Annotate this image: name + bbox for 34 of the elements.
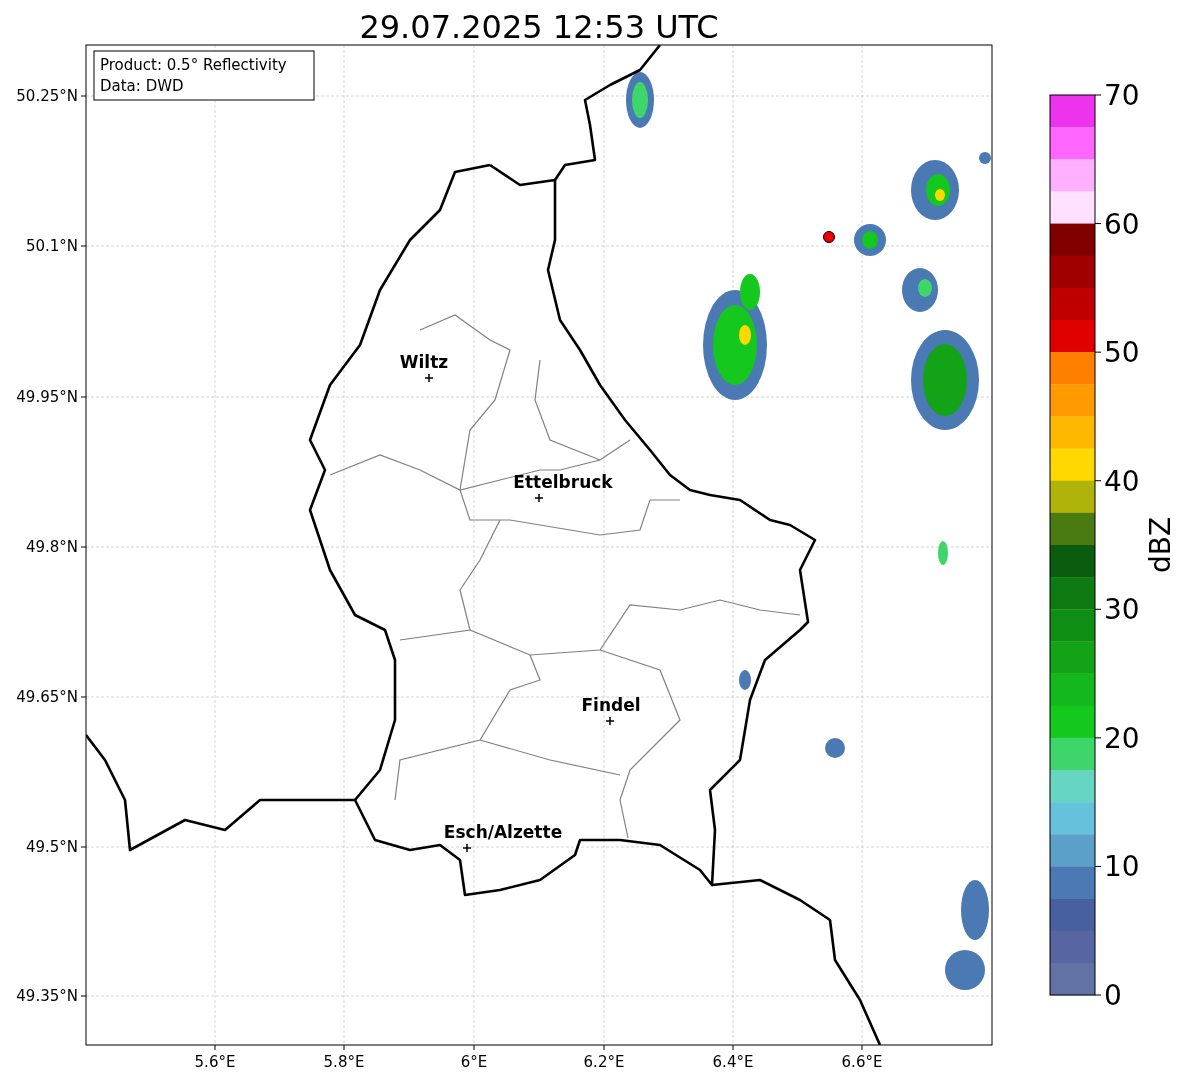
- axis-tick-label: 49.65°N: [16, 688, 78, 706]
- axis-tick-label: 6.4°E: [712, 1053, 754, 1071]
- axis-tick-label: 49.35°N: [16, 987, 78, 1005]
- colorbar-label: dBZ: [1144, 516, 1177, 574]
- city-label: Ettelbruck: [513, 472, 613, 492]
- axis-tick-label: 6°E: [460, 1053, 488, 1071]
- colorbar-tick-label: 60: [1104, 207, 1140, 241]
- axis-tick-label: 49.8°N: [25, 538, 78, 556]
- radar-site-marker: [823, 231, 835, 243]
- city-label: Findel: [581, 695, 641, 715]
- colorbar-tick-label: 10: [1104, 850, 1140, 884]
- city-marker: [534, 493, 544, 503]
- info-text: Product: 0.5° Reflectivity: [100, 56, 287, 74]
- chart-title: 29.07.2025 12:53 UTC: [359, 8, 719, 46]
- city-label: Wiltz: [399, 352, 449, 372]
- colorbar-tick-label: 70: [1104, 79, 1140, 112]
- axis-tick-label: 49.5°N: [25, 838, 78, 856]
- axis-tick-label: 6.2°E: [583, 1053, 625, 1071]
- colorbar-tick-label: 20: [1104, 721, 1140, 755]
- city-marker: [424, 373, 434, 383]
- colorbar-tick-label: 50: [1104, 336, 1140, 370]
- axis-tick-label: 50.1°N: [25, 237, 78, 255]
- city-marker: [605, 716, 615, 726]
- city-label: Esch/Alzette: [443, 822, 563, 842]
- colorbar-tick-label: 30: [1104, 593, 1140, 627]
- axis-tick-label: 5.8°E: [323, 1053, 365, 1071]
- axis-tick-label: 49.95°N: [16, 388, 78, 406]
- colorbar-tick-label: 40: [1104, 464, 1140, 498]
- axis-tick-label: 50.25°N: [16, 87, 78, 105]
- axis-tick-label: 5.6°E: [194, 1053, 236, 1071]
- city-marker: [462, 843, 472, 853]
- colorbar-tick-label: 0: [1104, 979, 1122, 1012]
- info-text: Data: DWD: [100, 77, 184, 95]
- axis-tick-label: 6.6°E: [841, 1053, 883, 1071]
